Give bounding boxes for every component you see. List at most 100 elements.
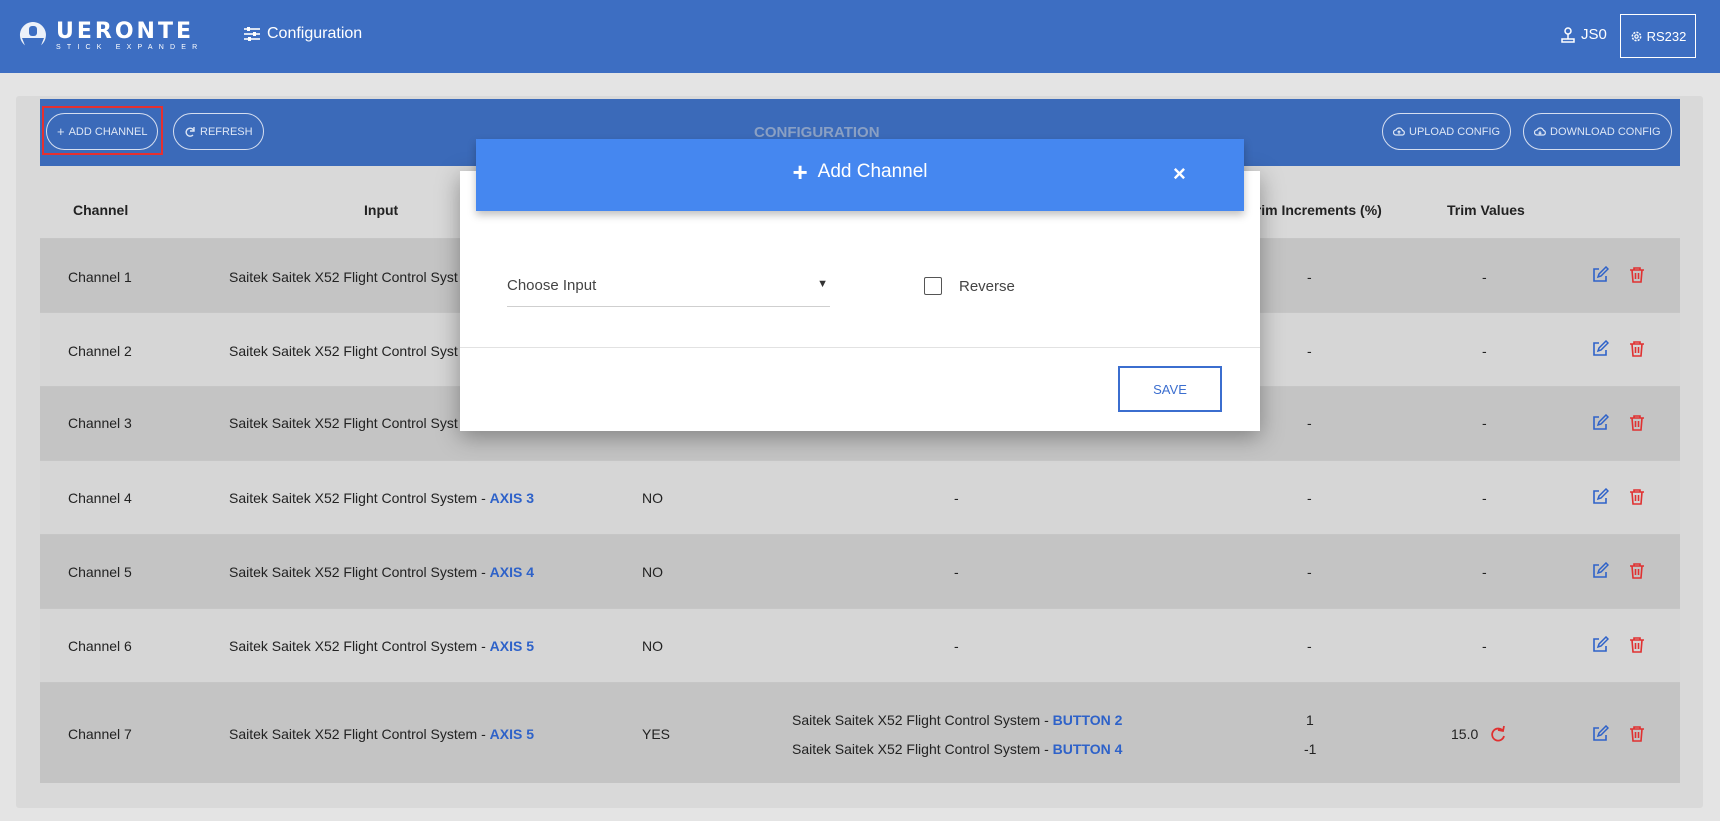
delete-icon[interactable] xyxy=(1628,488,1646,506)
delete-icon[interactable] xyxy=(1628,340,1646,358)
reverse-cell: YES xyxy=(642,726,671,742)
logo-title: UERONTE xyxy=(56,18,194,44)
input-cell: Saitek Saitek X52 Flight Control System … xyxy=(229,726,535,742)
input-cell: Saitek Saitek X52 Flight Control System … xyxy=(229,490,535,506)
axis-link: AXIS 4 xyxy=(489,564,535,580)
trim-increment-cell: -1 xyxy=(1304,741,1317,757)
cloud-upload-icon xyxy=(1393,126,1405,136)
logo-subtitle: STICK EXPANDER xyxy=(56,43,204,51)
column-header-trim-increments: Trim Increments (%) xyxy=(1248,202,1382,218)
cloud-download-icon xyxy=(1534,126,1546,136)
input-cell: Saitek Saitek X52 Flight Control Syst xyxy=(229,415,458,431)
trim-increment-cell: - xyxy=(1307,564,1312,580)
trim-inputs-cell: - xyxy=(954,490,959,506)
joystick-selector[interactable]: JS0 xyxy=(1560,26,1607,43)
plus-icon: + xyxy=(792,157,808,187)
trim-input-cell: Saitek Saitek X52 Flight Control System … xyxy=(792,712,1123,728)
channel-cell: Channel 4 xyxy=(68,490,132,506)
button-link: BUTTON 2 xyxy=(1052,712,1123,728)
table-row: Channel 4 Saitek Saitek X52 Flight Contr… xyxy=(40,460,1680,534)
refresh-icon xyxy=(185,126,195,137)
axis-link: AXIS 5 xyxy=(489,638,535,654)
trim-value-cell: - xyxy=(1482,343,1487,359)
refresh-button[interactable]: REFRESH xyxy=(173,113,264,150)
modal-title: Add Channel xyxy=(817,161,928,182)
top-navbar: UERONTE STICK EXPANDER Configuration JS0… xyxy=(0,0,1720,73)
modal-header: + Add Channel × xyxy=(476,139,1244,211)
trim-inputs-cell: - xyxy=(954,564,959,580)
edit-icon[interactable] xyxy=(1591,340,1609,358)
reverse-checkbox[interactable] xyxy=(924,277,942,295)
channel-cell: Channel 6 xyxy=(68,638,132,654)
column-header-trim-values: Trim Values xyxy=(1447,202,1525,218)
logo-icon xyxy=(19,22,46,48)
delete-icon[interactable] xyxy=(1628,414,1646,432)
input-cell: Saitek Saitek X52 Flight Control System … xyxy=(229,638,535,654)
axis-link: AXIS 3 xyxy=(489,490,535,506)
column-header-input: Input xyxy=(364,202,399,218)
channel-cell: Channel 3 xyxy=(68,415,132,431)
table-row: Channel 5 Saitek Saitek X52 Flight Contr… xyxy=(40,534,1680,608)
trim-increment-cell: - xyxy=(1307,415,1312,431)
trim-increment-cell: - xyxy=(1307,269,1312,285)
joystick-icon xyxy=(1561,26,1575,43)
choose-input-value: Choose Input xyxy=(507,277,597,294)
app-logo[interactable]: UERONTE STICK EXPANDER xyxy=(18,20,203,52)
delete-icon[interactable] xyxy=(1628,266,1646,284)
reverse-cell: NO xyxy=(642,564,663,580)
save-button[interactable]: SAVE xyxy=(1118,366,1222,412)
trim-increment-cell: 1 xyxy=(1306,712,1314,728)
joystick-label: JS0 xyxy=(1581,26,1607,43)
highlight-box xyxy=(42,106,163,155)
edit-icon[interactable] xyxy=(1591,414,1609,432)
gear-icon xyxy=(1631,31,1642,41)
port-button[interactable]: RS232 xyxy=(1620,14,1696,58)
table-row: Channel 6 Saitek Saitek X52 Flight Contr… xyxy=(40,608,1680,682)
nav-configuration-link[interactable]: Configuration xyxy=(243,25,362,43)
table-row: Channel 7 Saitek Saitek X52 Flight Contr… xyxy=(40,682,1680,783)
axis-link: AXIS 5 xyxy=(489,726,535,742)
trim-increment-cell: - xyxy=(1307,343,1312,359)
edit-icon[interactable] xyxy=(1591,725,1609,743)
trim-input-cell: Saitek Saitek X52 Flight Control System … xyxy=(792,741,1123,757)
download-config-button[interactable]: DOWNLOAD CONFIG xyxy=(1523,113,1672,150)
trim-value-cell: - xyxy=(1482,490,1487,506)
channel-cell: Channel 2 xyxy=(68,343,132,359)
button-link: BUTTON 4 xyxy=(1052,741,1123,757)
port-label: RS232 xyxy=(1646,28,1687,44)
input-cell: Saitek Saitek X52 Flight Control Syst xyxy=(229,343,458,359)
trim-value-cell: - xyxy=(1482,564,1487,580)
edit-icon[interactable] xyxy=(1591,266,1609,284)
trim-value-cell: - xyxy=(1482,638,1487,654)
upload-config-label: UPLOAD CONFIG xyxy=(1409,125,1501,138)
trim-value-cell: 15.0 xyxy=(1451,726,1479,742)
sliders-icon xyxy=(244,27,260,41)
nav-configuration-label: Configuration xyxy=(267,25,363,42)
input-cell: Saitek Saitek X52 Flight Control Syst xyxy=(229,269,458,285)
column-header-channel: Channel xyxy=(73,202,129,218)
download-config-label: DOWNLOAD CONFIG xyxy=(1550,125,1661,138)
trim-value-cell: - xyxy=(1482,269,1487,285)
delete-icon[interactable] xyxy=(1628,562,1646,580)
trim-value-cell: - xyxy=(1482,415,1487,431)
reverse-label: Reverse xyxy=(959,278,1015,295)
delete-icon[interactable] xyxy=(1628,636,1646,654)
reset-icon[interactable] xyxy=(1489,725,1507,743)
choose-input-select[interactable]: Choose Input ▼ xyxy=(507,272,830,307)
close-icon[interactable]: × xyxy=(1173,161,1186,187)
trim-increment-cell: - xyxy=(1307,638,1312,654)
trim-increment-cell: - xyxy=(1307,490,1312,506)
dropdown-arrow-icon: ▼ xyxy=(817,278,828,290)
delete-icon[interactable] xyxy=(1628,725,1646,743)
upload-config-button[interactable]: UPLOAD CONFIG xyxy=(1382,113,1512,150)
reverse-cell: NO xyxy=(642,490,663,506)
edit-icon[interactable] xyxy=(1591,488,1609,506)
modal-divider xyxy=(460,347,1260,348)
edit-icon[interactable] xyxy=(1591,636,1609,654)
channel-cell: Channel 5 xyxy=(68,564,132,580)
edit-icon[interactable] xyxy=(1591,562,1609,580)
trim-inputs-cell: - xyxy=(954,638,959,654)
refresh-label: REFRESH xyxy=(200,125,253,138)
input-cell: Saitek Saitek X52 Flight Control System … xyxy=(229,564,535,580)
channel-cell: Channel 7 xyxy=(68,726,132,742)
